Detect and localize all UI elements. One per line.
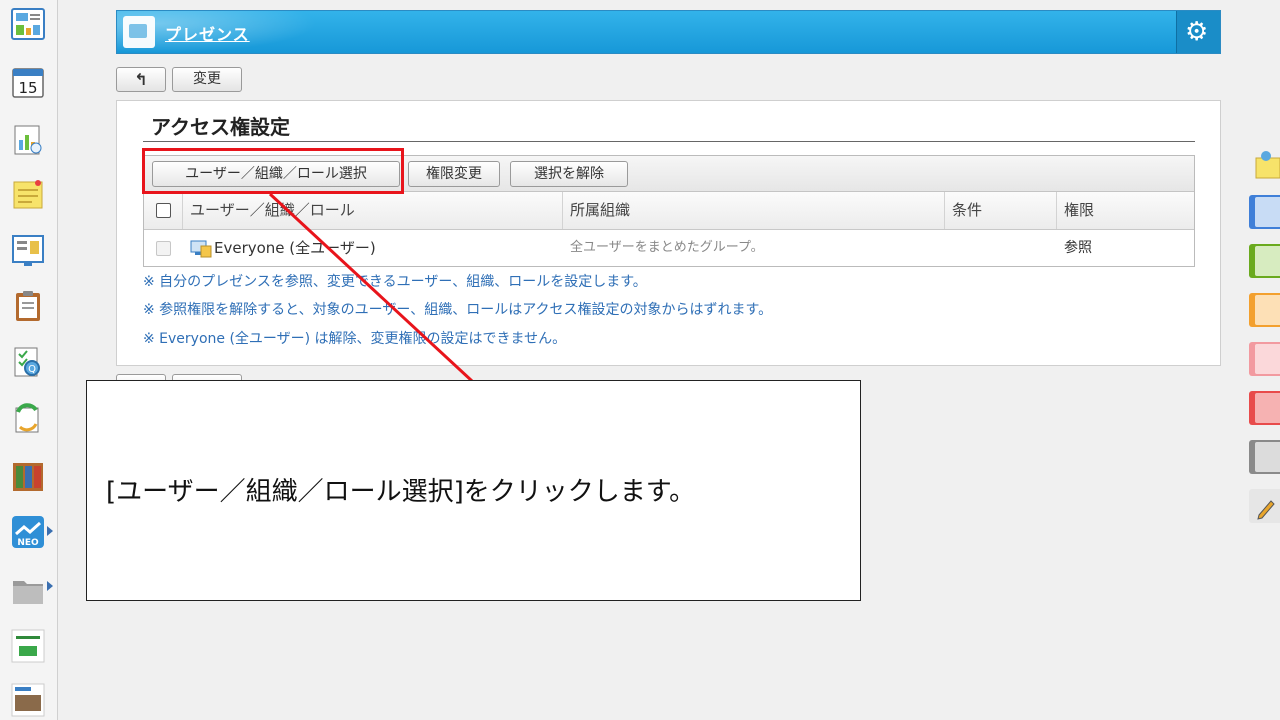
app-header: プレゼンス ⚙: [116, 10, 1221, 54]
table-row: Everyone (全ユーザー) 全ユーザーをまとめたグループ。 参照: [144, 230, 1194, 266]
tag-gray[interactable]: [1249, 440, 1280, 474]
photo-icon[interactable]: [10, 682, 46, 718]
change-permission-button[interactable]: 権限変更: [408, 161, 500, 187]
svg-text:Q: Q: [28, 364, 36, 375]
column-header-org: 所属組織: [570, 201, 631, 219]
note-2: ※ 参照権限を解除すると、対象のユーザー、組織、ロールはアクセス権設定の対象から…: [143, 302, 773, 318]
access-settings-panel: アクセス権設定 ユーザー／組織／ロール選択 権限変更 選択を解除 ユーザー／組織…: [116, 100, 1221, 366]
back-arrow-icon: ↰: [134, 70, 148, 89]
column-header-condition: 条件: [952, 201, 983, 219]
instruction-callout: [ユーザー／組織／ロール選択]をクリックします。: [86, 380, 861, 601]
folder-expand-arrow-icon[interactable]: [47, 581, 53, 591]
row-org: 全ユーザーをまとめたグループ。: [570, 240, 764, 255]
search-doc-icon[interactable]: Q: [10, 344, 46, 380]
gear-icon: ⚙: [1185, 17, 1209, 47]
neo-expand-arrow-icon[interactable]: [47, 526, 53, 536]
memo-icon[interactable]: [10, 176, 46, 212]
edit-tags-icon[interactable]: [1249, 489, 1280, 523]
bulletin-icon[interactable]: [10, 232, 46, 268]
row-permission: 参照: [1064, 240, 1092, 256]
title-divider: [143, 141, 1195, 142]
presence-logo-icon: [123, 16, 155, 48]
row-checkbox[interactable]: [156, 241, 171, 256]
note-1: ※ 自分のプレゼンスを参照、変更できるユーザー、組織、ロールを設定します。: [143, 274, 647, 290]
folder-icon[interactable]: [10, 572, 46, 608]
group-icon: [190, 240, 212, 258]
settings-button[interactable]: ⚙: [1176, 11, 1220, 53]
note-3: ※ Everyone (全ユーザー) は解除、変更権限の設定はできません。: [143, 331, 567, 347]
column-header-user: ユーザー／組織／ロール: [190, 201, 355, 219]
highlight-box: [142, 148, 404, 194]
column-header-permission: 権限: [1064, 201, 1095, 219]
tag-orange[interactable]: [1249, 293, 1280, 327]
neo-label: NEO: [17, 538, 39, 548]
tag-pink[interactable]: [1249, 342, 1280, 376]
report-icon[interactable]: [10, 122, 46, 158]
back-button[interactable]: ↰: [116, 67, 166, 92]
clipboard-icon[interactable]: [10, 288, 46, 324]
select-all-checkbox[interactable]: [156, 203, 171, 218]
app-sidebar: 15 Q NEO: [0, 0, 58, 720]
clear-selection-button[interactable]: 選択を解除: [510, 161, 628, 187]
change-button[interactable]: 変更: [172, 67, 242, 92]
callout-text: [ユーザー／組織／ロール選択]をクリックします。: [106, 477, 696, 507]
binder-icon[interactable]: [10, 458, 46, 494]
tag-blue[interactable]: [1249, 195, 1280, 229]
calendar-icon[interactable]: 15: [10, 64, 46, 100]
page-title: アクセス権設定: [151, 115, 290, 139]
table-header: ユーザー／組織／ロール 所属組織 条件 権限: [144, 192, 1194, 230]
row-user-name: Everyone (全ユーザー): [214, 239, 376, 257]
note-folder-icon[interactable]: [1250, 150, 1280, 180]
refresh-doc-icon[interactable]: [10, 400, 46, 436]
tanomail-icon[interactable]: [10, 628, 46, 664]
row-condition: [944, 230, 952, 266]
label-tag-bar: [1248, 0, 1280, 720]
neo-icon[interactable]: NEO: [10, 514, 46, 550]
tag-green[interactable]: [1249, 244, 1280, 278]
app-title[interactable]: プレゼンス: [165, 21, 250, 45]
calendar-day: 15: [18, 79, 37, 97]
tag-red[interactable]: [1249, 391, 1280, 425]
portal-icon[interactable]: [10, 6, 46, 42]
